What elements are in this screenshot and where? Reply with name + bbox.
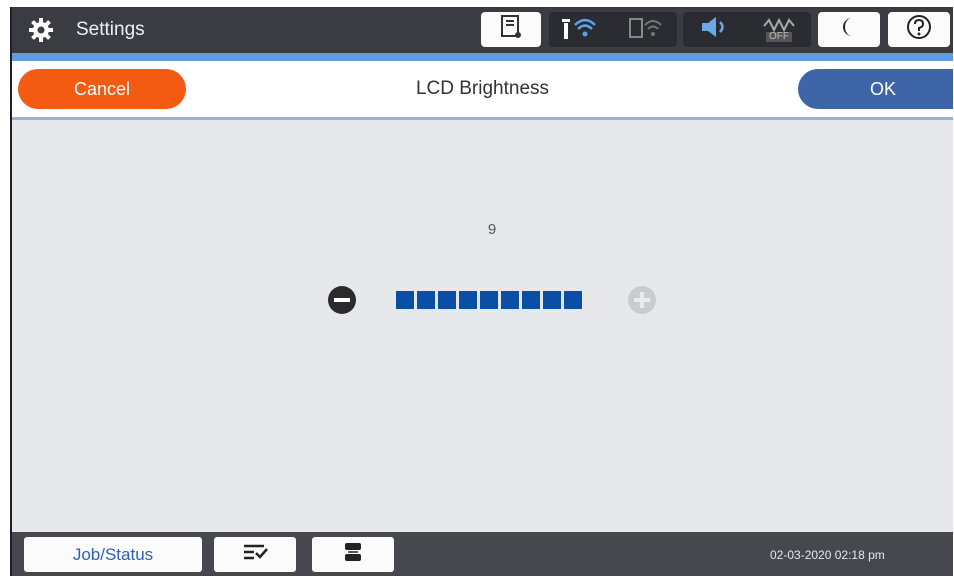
datetime: 02-03-2020 02:18 pm [770,548,885,562]
brightness-value: 9 [487,221,497,238]
sleep-button[interactable] [818,12,880,47]
printer-ink-icon [499,14,523,45]
sound-icon [698,15,732,44]
brightness-level-bar[interactable] [396,291,582,309]
dialog-header: LCD Brightness Cancel OK [12,61,953,120]
printer-ink-button[interactable] [481,12,541,47]
plus-circle-icon[interactable] [628,286,656,314]
printer-tray-button[interactable] [312,537,394,572]
top-bar: Settings OFF [12,7,953,53]
brightness-segment [564,291,582,309]
brightness-segment [396,291,414,309]
cancel-button[interactable]: Cancel [18,69,186,109]
brightness-segment [522,291,540,309]
moon-icon [838,15,860,44]
app-title: Settings [76,19,145,40]
brightness-segment [480,291,498,309]
minus-circle-icon[interactable] [328,286,356,314]
bottom-bar: Job/Status 02-03-2020 02:18 pm [12,532,953,576]
brightness-segment [417,291,435,309]
brightness-segment [501,291,519,309]
network-status-group[interactable] [549,12,677,47]
help-button[interactable] [888,12,950,47]
accent-stripe [12,53,953,61]
job-list-icon [240,541,270,568]
brightness-segment [543,291,561,309]
wifi-direct-icon [625,13,665,46]
eco-off-label: OFF [766,31,792,42]
brightness-segment [459,291,477,309]
brightness-segment [438,291,456,309]
printer-tray-icon [339,540,367,569]
job-list-button[interactable] [214,537,296,572]
help-icon [906,14,932,45]
sound-eco-group[interactable]: OFF [683,12,811,47]
wifi-icon [561,13,601,46]
ok-button[interactable]: OK [798,69,953,109]
job-status-button[interactable]: Job/Status [24,537,202,572]
gear-icon [28,17,54,43]
printer-panel: Settings OFF LCD Brightness Cancel OK 9 … [10,7,953,576]
eco-off-icon: OFF [762,17,796,42]
